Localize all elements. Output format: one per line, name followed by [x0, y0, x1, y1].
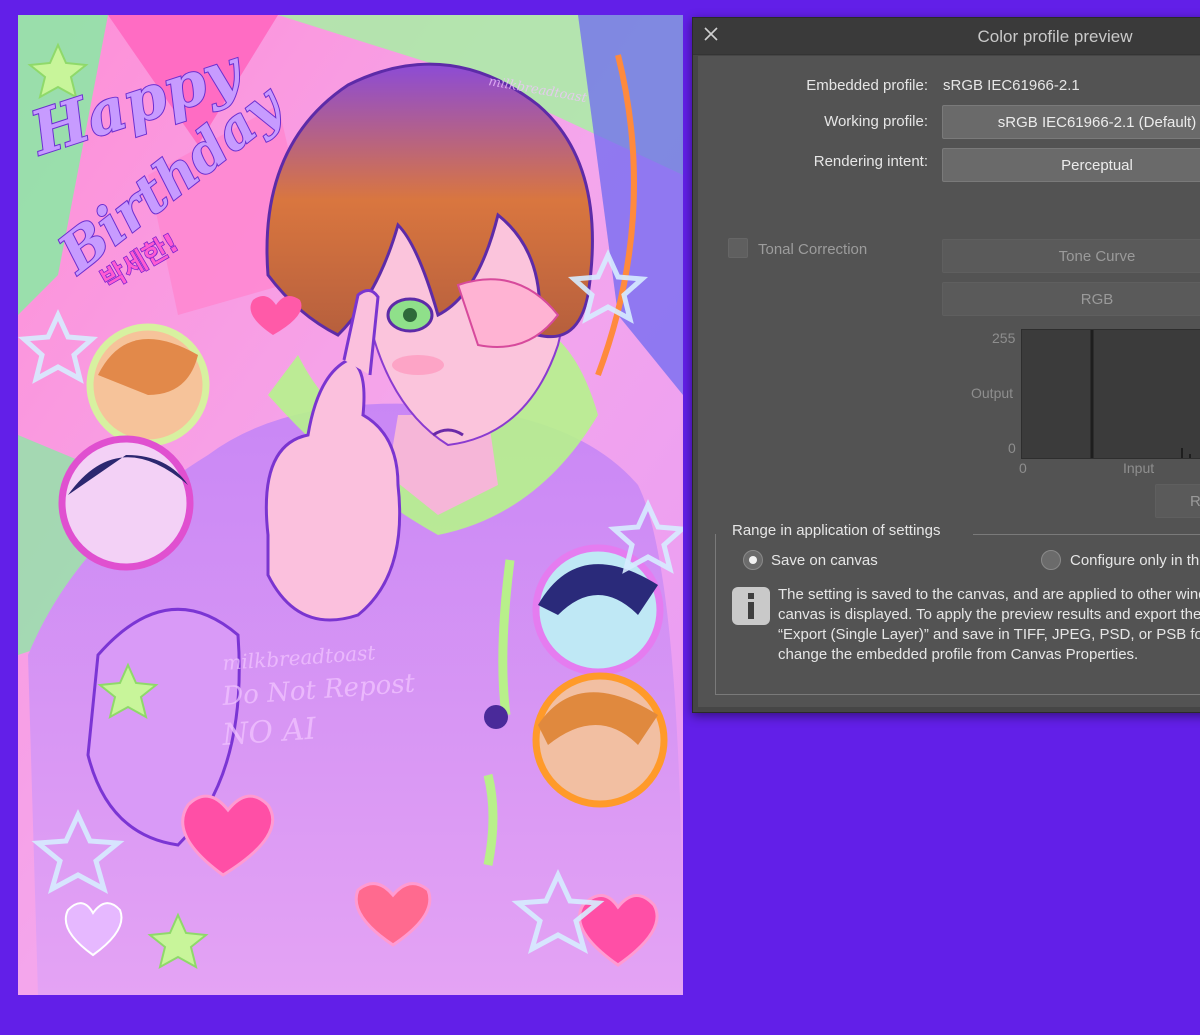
embedded-profile-label: Embedded profile:	[806, 77, 928, 94]
channel-select[interactable]: RGB	[942, 282, 1200, 316]
info-line: canvas is displayed. To apply the previe…	[778, 606, 1200, 623]
configure-only-label[interactable]: Configure only in th	[1070, 552, 1199, 569]
rendering-intent-label: Rendering intent:	[813, 153, 928, 170]
tone-curve-graph[interactable]	[1021, 329, 1200, 459]
info-line: “Export (Single Layer)” and save in TIFF…	[778, 626, 1200, 643]
graph-y-label: Output	[971, 385, 1014, 401]
dialog-titlebar[interactable]: Color profile preview	[693, 18, 1200, 55]
info-text: The setting is saved to the canvas, and …	[778, 585, 1200, 665]
dialog-content: Embedded profile: sRGB IEC61966-2.1 Work…	[698, 56, 1200, 707]
save-on-canvas-radio[interactable]	[743, 550, 763, 570]
working-profile-label: Working profile:	[824, 113, 928, 130]
dialog-title: Color profile preview	[977, 27, 1133, 46]
embedded-profile-value: sRGB IEC61966-2.1	[943, 77, 1080, 94]
working-profile-select[interactable]: sRGB IEC61966-2.1 (Default)	[942, 105, 1200, 139]
configure-only-radio[interactable]	[1041, 550, 1061, 570]
artwork-watermark-line3: NO AI	[220, 711, 318, 753]
range-group-title: Range in application of settings	[730, 522, 943, 539]
graph-x-min: 0	[1019, 460, 1027, 476]
tonal-correction-label: Tonal Correction	[758, 241, 868, 258]
artwork-canvas: Happy Birthday 박세한! milkbreadtoast milkb…	[18, 15, 683, 995]
color-profile-preview-dialog: Color profile preview Embedded profile: …	[692, 17, 1200, 713]
save-on-canvas-label[interactable]: Save on canvas	[771, 552, 878, 569]
graph-x-label: Input	[1123, 460, 1155, 476]
info-icon	[732, 587, 770, 625]
artwork-illustration: Happy Birthday 박세한! milkbreadtoast milkb…	[18, 15, 683, 995]
graph-y-min: 0	[1008, 440, 1016, 456]
range-group-divider	[973, 534, 1200, 535]
graph-y-max: 255	[992, 330, 1016, 346]
info-line: The setting is saved to the canvas, and …	[778, 586, 1200, 603]
info-line: change the embedded profile from Canvas …	[778, 646, 1139, 663]
tonal-correction-checkbox[interactable]	[728, 238, 748, 258]
tone-curve-button[interactable]: Tone Curve	[942, 239, 1200, 273]
rendering-intent-select[interactable]: Perceptual	[942, 148, 1200, 182]
reset-button[interactable]: R	[1155, 484, 1200, 518]
